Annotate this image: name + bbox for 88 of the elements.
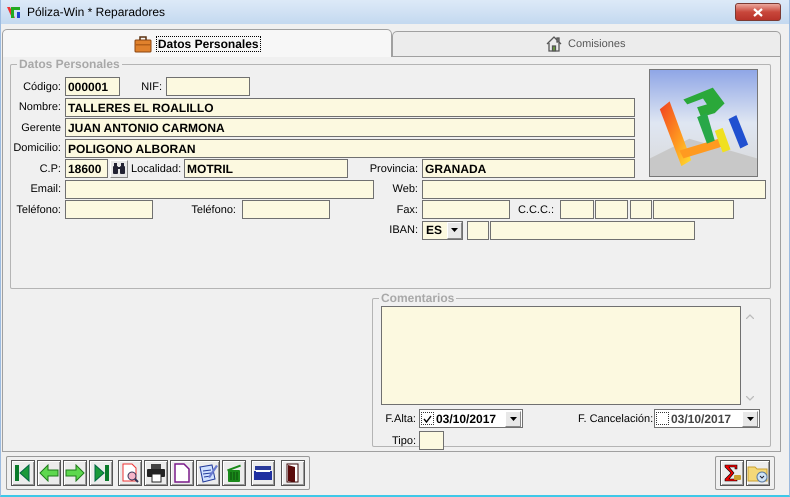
dropdown-button[interactable] [447,222,462,238]
checkbox[interactable] [421,412,434,425]
scroll-down-icon [746,396,754,401]
scanner-icon [253,464,273,482]
sigma-icon [722,463,742,483]
comments-field[interactable] [381,306,741,405]
briefcase-icon [134,34,152,52]
edit-button[interactable] [196,460,220,486]
input-field[interactable] [242,200,330,219]
folder-button[interactable] [746,460,770,486]
close-icon [753,8,763,16]
caret-icon [746,416,754,420]
input-field[interactable] [419,431,444,450]
group-title: Comentarios [380,291,456,305]
first-button[interactable] [11,460,35,486]
field-label: Nombre: [18,101,62,113]
print-button[interactable] [144,460,168,486]
input-field[interactable]: GRANADA [422,159,635,178]
new-button[interactable] [170,460,194,486]
trash-icon [225,463,243,483]
field-label: Domicilio: [12,142,62,154]
field-label: NIF: [140,80,163,92]
checkbox[interactable] [656,412,669,425]
notepad-icon [198,463,218,483]
house-icon [546,36,562,52]
input-field[interactable] [422,200,510,219]
input-field[interactable] [166,77,250,96]
date-picker[interactable]: 03/10/2017 [419,409,523,428]
field-label: C.P: [38,162,62,174]
caret-icon [451,228,458,232]
caret-icon [510,416,516,420]
field-label: Fax: [396,204,419,216]
input-field[interactable]: 000001 [65,77,120,96]
next-button[interactable] [63,460,87,486]
input-field[interactable]: MOTRIL [184,159,348,178]
tab[interactable]: Datos Personales [2,29,392,57]
field-label: Tipo: [390,434,417,446]
group-title: Datos Personales [18,57,121,71]
field-label: Web: [392,183,419,195]
field-label: Teléfono: [15,204,62,216]
exit-button[interactable] [281,460,305,486]
input-field[interactable] [65,180,374,198]
arrow-left-icon [39,464,59,482]
field-label: F. Cancelación: [578,412,653,424]
search-button[interactable] [110,160,128,178]
previous-button[interactable] [37,460,61,486]
printer-icon [146,463,166,483]
door-icon [285,463,301,483]
field-label: Email: [29,183,62,195]
tab[interactable]: Comisiones [392,31,781,56]
field-label: C.C.C.: [516,204,555,216]
arrow-right-icon [65,464,85,482]
input-field[interactable] [560,200,594,219]
app-logo-icon [6,4,22,20]
input-field[interactable] [595,200,628,219]
input-field[interactable] [422,180,766,198]
dropdown[interactable]: ES [422,220,463,240]
field-label: F.Alta: [384,412,417,424]
field-label: Teléfono: [190,204,237,216]
document-magnifier-icon [120,463,140,483]
document-icon [173,463,191,483]
binoculars-icon [113,163,125,174]
input-field[interactable]: JUAN ANTONIO CARMONA [65,118,635,137]
input-field[interactable] [65,200,153,219]
input-field[interactable] [653,200,734,219]
preview-button[interactable] [118,460,142,486]
window-title: Póliza-Win * Reparadores [27,5,166,19]
close-button[interactable] [735,3,781,21]
scan-button[interactable] [251,460,275,486]
dropdown-button[interactable] [505,410,521,426]
field-label: IBAN: [388,224,419,236]
input-field[interactable] [630,200,652,219]
field-label: Gerente [20,122,62,134]
dropdown-button[interactable] [742,410,758,426]
input-field[interactable]: TALLERES EL ROALILLO [65,98,635,116]
scroll-up-icon [746,314,754,319]
input-field[interactable]: POLIGONO ALBORAN [65,138,635,158]
input-field[interactable] [490,220,695,240]
field-label: Localidad: [131,162,182,174]
last-button[interactable] [89,460,113,486]
field-label: Código: [22,80,62,92]
date-picker[interactable]: 03/10/2017 [654,409,760,428]
input-field[interactable]: 18600 [65,159,108,178]
delete-button[interactable] [222,460,246,486]
check-icon [423,414,432,422]
totals-button[interactable] [720,460,744,486]
field-label: Provincia: [368,162,419,174]
input-field[interactable] [467,220,489,240]
